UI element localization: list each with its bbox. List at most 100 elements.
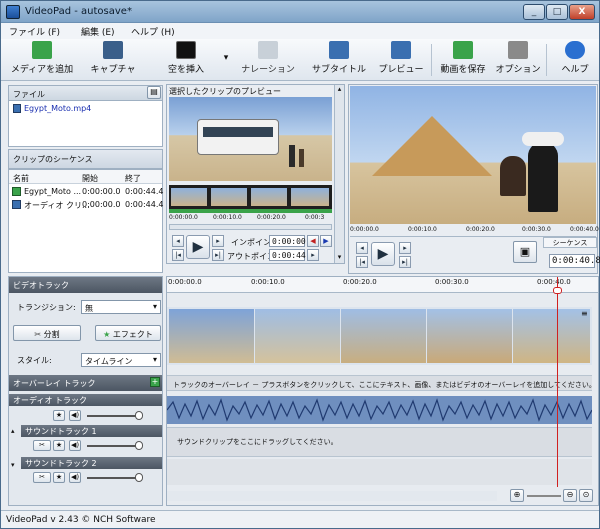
- set-in-icon[interactable]: ◀: [307, 235, 319, 247]
- status-text: VideoPad v 2.43 © NCH Software: [6, 515, 156, 525]
- insert-blank-button[interactable]: 空を挿入: [161, 41, 211, 75]
- set-out-icon[interactable]: ▶: [320, 235, 332, 247]
- collapse-icon[interactable]: ▴: [11, 427, 15, 435]
- video-file-icon: [13, 104, 21, 113]
- step-back-icon[interactable]: ◂: [172, 235, 184, 247]
- effect-button[interactable]: ★ エフェクト: [95, 325, 161, 341]
- sound-track-2-lane[interactable]: [167, 459, 592, 485]
- audio-volume-slider[interactable]: [87, 415, 137, 417]
- clip-hscroll[interactable]: [169, 224, 332, 230]
- clip-preview-scrollbar[interactable]: ▴ ▾: [334, 85, 344, 263]
- star-icon: ★: [103, 330, 111, 339]
- sound2-speaker-icon[interactable]: ◀): [69, 472, 81, 483]
- person-shape: [289, 145, 295, 167]
- audio-effect-star-icon[interactable]: ★: [53, 410, 65, 421]
- seq-start-icon[interactable]: |◂: [356, 256, 368, 268]
- sound2-volume-thumb[interactable]: [135, 473, 143, 482]
- timeline-ruler[interactable]: 0:00:00.0 0:00:10.0 0:00:20.0 0:00:30.0 …: [167, 277, 598, 293]
- save-video-button[interactable]: 動画を保存: [435, 41, 491, 75]
- menu-help[interactable]: ヘルプ (H): [131, 25, 175, 38]
- audio-track-header: オーディオ トラック: [9, 394, 162, 406]
- sound1-speaker-icon[interactable]: ◀): [69, 440, 81, 451]
- help-button[interactable]: ヘルプ: [557, 41, 593, 75]
- menu-edit[interactable]: 編集 (E): [81, 25, 115, 38]
- menu-file[interactable]: ファイル (F): [9, 25, 60, 38]
- col-start[interactable]: 開始: [82, 173, 98, 184]
- sequence-play-button[interactable]: ▶: [371, 242, 395, 266]
- scroll-down-icon[interactable]: ▾: [335, 253, 344, 263]
- sound1-split-icon[interactable]: ✂: [33, 440, 51, 451]
- sequence-add-icon[interactable]: ▸: [307, 249, 319, 261]
- playhead-handle[interactable]: [553, 287, 562, 294]
- sound2-volume-slider[interactable]: [87, 477, 137, 479]
- sound1-volume-thumb[interactable]: [135, 441, 143, 450]
- sequence-title: クリップのシーケンス: [13, 155, 93, 164]
- clip-preview-video: [169, 97, 332, 181]
- audio-speaker-icon[interactable]: ◀): [69, 410, 81, 421]
- zoom-fit-icon[interactable]: ⊙: [579, 489, 593, 502]
- scroll-up-icon[interactable]: ▴: [335, 85, 344, 95]
- options-button[interactable]: オプション: [493, 41, 543, 75]
- files-options-button[interactable]: ▤: [147, 86, 161, 99]
- menu-bar: ファイル (F) 編集 (E) ヘルプ (H): [1, 23, 599, 39]
- audio-clip-icon: [12, 200, 21, 209]
- clip-play-button[interactable]: ▶: [186, 235, 210, 259]
- clip-menu-icon[interactable]: ≡: [581, 309, 588, 318]
- style-select[interactable]: タイムライン: [81, 353, 161, 367]
- file-item[interactable]: Egypt_Moto.mp4: [24, 104, 91, 113]
- overlay-track-lane[interactable]: トラックのオーバーレイ － プラスボタンをクリックして、ここにテキスト、画像、ま…: [167, 375, 592, 391]
- sound-track-1-lane[interactable]: サウンドクリップをここにドラッグしてください。: [167, 427, 592, 457]
- start-icon[interactable]: |◂: [172, 249, 184, 261]
- sequence-preview-video: [350, 86, 596, 224]
- maximize-button[interactable]: □: [546, 4, 568, 20]
- step-forward-icon[interactable]: ▸: [212, 235, 224, 247]
- video-clip-icon: [12, 187, 21, 196]
- table-row[interactable]: Egypt_Moto ... 0:00:00.0 0:00:44.4: [9, 186, 163, 198]
- sound2-split-icon[interactable]: ✂: [33, 472, 51, 483]
- col-end[interactable]: 終了: [125, 173, 141, 184]
- video-track-lane[interactable]: [167, 307, 592, 365]
- audio-track-lane[interactable]: [166, 396, 593, 424]
- timeline-hscroll[interactable]: [167, 491, 497, 501]
- subtitle-button[interactable]: サブタイトル: [308, 41, 370, 75]
- playhead-line[interactable]: [557, 277, 558, 487]
- add-overlay-plus-icon[interactable]: +: [150, 377, 160, 387]
- sound2-star-icon[interactable]: ★: [53, 472, 65, 483]
- person-shape: [528, 142, 558, 212]
- insert-blank-dropdown[interactable]: ▾: [221, 53, 231, 63]
- end-icon[interactable]: ▸|: [212, 249, 224, 261]
- seq-step-forward-icon[interactable]: ▸: [399, 242, 411, 254]
- table-row[interactable]: オーディオ クリ... 0:00:00.0 0:00:44.4: [9, 199, 163, 211]
- tab-sequence[interactable]: シーケンス: [543, 237, 597, 248]
- col-name[interactable]: 名前: [13, 173, 29, 184]
- narration-button[interactable]: ナレーション: [237, 41, 299, 75]
- sound1-volume-slider[interactable]: [87, 445, 137, 447]
- film-frame: [211, 188, 247, 206]
- split-button[interactable]: ✂ 分割: [13, 325, 81, 341]
- audio-volume-thumb[interactable]: [135, 411, 143, 420]
- add-media-icon: [32, 41, 52, 59]
- video-thumbnail: [341, 309, 426, 363]
- add-media-button[interactable]: メディアを追加: [9, 41, 75, 75]
- transition-select[interactable]: 無: [81, 300, 161, 314]
- snapshot-camera-icon[interactable]: ▣: [513, 241, 537, 263]
- minimize-button[interactable]: _: [523, 4, 545, 20]
- zoom-out-icon[interactable]: ⊖: [563, 489, 577, 502]
- capture-button[interactable]: キャプチャ: [85, 41, 141, 75]
- sound1-star-icon[interactable]: ★: [53, 440, 65, 451]
- preview-button[interactable]: プレビュー: [375, 41, 427, 75]
- in-point-field[interactable]: 0:00:00.0: [269, 235, 315, 247]
- zoom-in-icon[interactable]: ⊕: [510, 489, 524, 502]
- subtitle-icon: [329, 41, 349, 59]
- expand-icon[interactable]: ▾: [11, 461, 15, 469]
- out-point-field[interactable]: 0:00:44.4: [269, 249, 315, 261]
- seq-step-back-icon[interactable]: ◂: [356, 242, 368, 254]
- film-frame: [291, 188, 329, 206]
- zoom-slider[interactable]: [527, 495, 561, 497]
- seq-end-icon[interactable]: ▸|: [399, 256, 411, 268]
- clip-filmstrip[interactable]: [169, 185, 332, 213]
- person-shape: [299, 149, 304, 167]
- close-button[interactable]: X: [569, 4, 595, 20]
- audio-waveform: [166, 398, 593, 422]
- title-bar: VideoPad - autosave* _ □ X: [1, 1, 599, 23]
